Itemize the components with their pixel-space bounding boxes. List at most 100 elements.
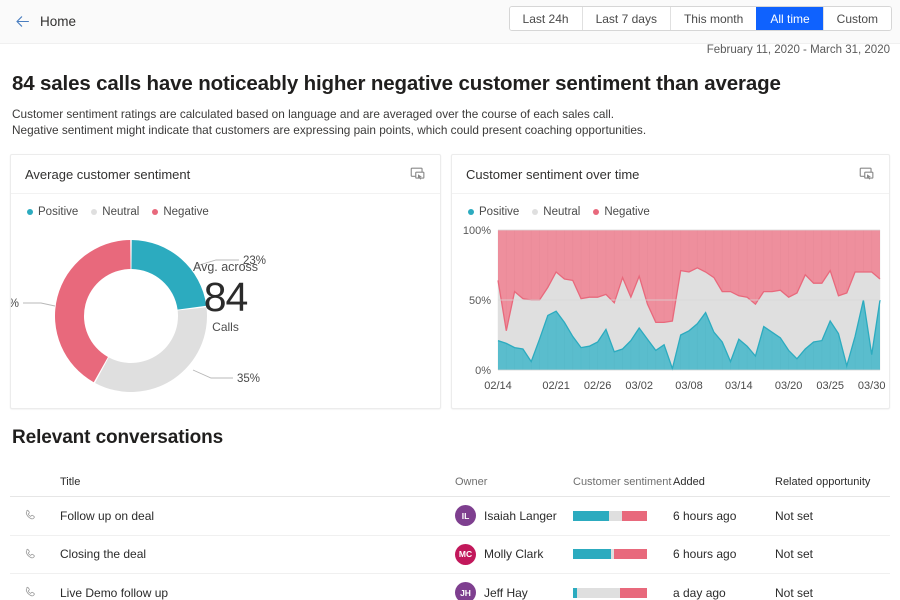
legend-dot-neutral [91,209,97,215]
legend-label-negative: Negative [604,206,649,218]
x-axis-tick-label: 02/14 [484,380,512,392]
legend-item-negative: Negative [593,206,649,218]
added-timestamp: a day ago [673,586,775,600]
sentiment-bar-positive [573,549,611,559]
customer-sentiment-cell [573,511,673,521]
header-title: Title [50,476,455,488]
card-header: Customer sentiment over time [452,155,889,194]
related-opportunity: Not set [775,509,890,523]
x-axis-tick-label: 03/14 [725,380,753,392]
header-added: Added [673,476,775,488]
x-axis-tick-label: 03/02 [625,380,653,392]
present-share-icon[interactable] [409,165,427,183]
legend-item-neutral: Neutral [532,206,580,218]
avatar[interactable]: IL [455,505,476,526]
area-chart: 0%50%100%02/1402/2102/2603/0203/0803/140… [452,218,889,414]
page-title: 84 sales calls have noticeably higher ne… [12,72,900,96]
owner-name: Molly Clark [484,547,543,561]
x-axis-tick-label: 03/20 [775,380,803,392]
legend-item-neutral: Neutral [91,206,139,218]
card-title: Customer sentiment over time [466,167,639,182]
donut-slice-neutral[interactable] [95,307,207,392]
legend-item-negative: Negative [152,206,208,218]
table-row[interactable]: Closing the deal MC Molly Clark 6 hours … [10,536,890,575]
customer-sentiment-cell [573,588,673,598]
card-title: Average customer sentiment [25,167,190,182]
added-timestamp: 6 hours ago [673,547,775,561]
header-customer-sentiment: Customer sentiment [573,476,673,488]
sentiment-bar-neutral [577,588,620,598]
conversation-title[interactable]: Live Demo follow up [50,586,455,600]
customer-sentiment-over-time-card: Customer sentiment over time Positive Ne… [451,154,890,409]
conversation-title[interactable]: Follow up on deal [50,509,455,523]
sentiment-bar-positive [573,511,609,521]
legend-label-neutral: Neutral [543,206,580,218]
top-bar: Home Last 24h Last 7 days This month All… [0,0,900,44]
donut-callout-line-2 [23,303,55,306]
table-row[interactable]: Live Demo follow up JH Jeff Hay a day ag… [10,574,890,600]
related-opportunity: Not set [775,586,890,600]
customer-sentiment-cell [573,549,673,559]
legend-label-negative: Negative [163,206,208,218]
call-type-cell [10,508,50,523]
table-row[interactable]: Follow up on deal IL Isaiah Langer 6 hou… [10,497,890,536]
area-chart-svg: 0%50%100%02/1402/2102/2603/0203/0803/140… [452,218,889,414]
relevant-conversations-table: Title Owner Customer sentiment Added Rel… [10,467,890,600]
range-button-this-month[interactable]: This month [670,7,756,30]
charts-row: Average customer sentiment Positive Neut… [10,154,890,409]
x-axis-tick-label: 02/21 [542,380,570,392]
donut-callout-line-0 [196,260,239,266]
phone-icon [23,508,38,523]
legend-dot-negative [593,209,599,215]
legend-dot-neutral [532,209,538,215]
range-button-last-7-days[interactable]: Last 7 days [582,7,670,30]
donut-chart-svg: 23% 35% 42% [11,218,450,414]
sentiment-bar [573,588,647,598]
owner-cell: JH Jeff Hay [455,582,573,600]
legend-label-neutral: Neutral [102,206,139,218]
time-range-selector[interactable]: Last 24h Last 7 days This month All time… [509,6,892,31]
conversation-title[interactable]: Closing the deal [50,547,455,561]
avatar[interactable]: MC [455,544,476,565]
sentiment-bar-negative [620,588,647,598]
range-button-custom[interactable]: Custom [823,7,891,30]
home-back-link[interactable]: Home [0,13,76,30]
donut-label-positive: 23% [243,255,266,267]
header-related-opportunity: Related opportunity [775,476,890,488]
phone-icon [23,547,38,562]
legend-dot-positive [27,209,33,215]
present-share-icon[interactable] [858,165,876,183]
added-timestamp: 6 hours ago [673,509,775,523]
legend-dot-positive [468,209,474,215]
sentiment-bar [573,511,647,521]
owner-name: Jeff Hay [484,586,528,600]
page-description-line-1: Customer sentiment ratings are calculate… [12,106,900,122]
donut-callout-line-1 [193,370,233,378]
phone-icon [23,585,38,600]
table-header-row: Title Owner Customer sentiment Added Rel… [10,467,890,497]
range-button-last-24h[interactable]: Last 24h [510,7,582,30]
sentiment-bar [573,549,647,559]
owner-cell: MC Molly Clark [455,544,573,565]
legend-label-positive: Positive [479,206,519,218]
page-description-line-2: Negative sentiment might indicate that c… [12,122,900,138]
y-axis-tick-label: 100% [463,225,491,237]
range-button-all-time[interactable]: All time [756,7,822,30]
donut-chart: 23% 35% 42% Avg. across 84 Calls [11,218,440,414]
donut-arcs [55,240,207,392]
page-description: Customer sentiment ratings are calculate… [12,106,900,138]
owner-cell: IL Isaiah Langer [455,505,573,526]
area-legend: Positive Neutral Negative [452,194,889,218]
donut-slice-positive[interactable] [131,240,206,310]
sentiment-bar-negative [622,511,647,521]
arrow-left-icon [14,13,31,30]
call-type-cell [10,585,50,600]
card-header: Average customer sentiment [11,155,440,194]
sentiment-bar-negative [614,549,647,559]
donut-legend: Positive Neutral Negative [11,194,440,218]
x-axis-tick-label: 02/26 [584,380,612,392]
donut-label-neutral: 35% [237,373,260,385]
donut-label-negative: 42% [11,298,19,310]
avatar[interactable]: JH [455,582,476,600]
donut-slice-negative[interactable] [55,240,131,382]
